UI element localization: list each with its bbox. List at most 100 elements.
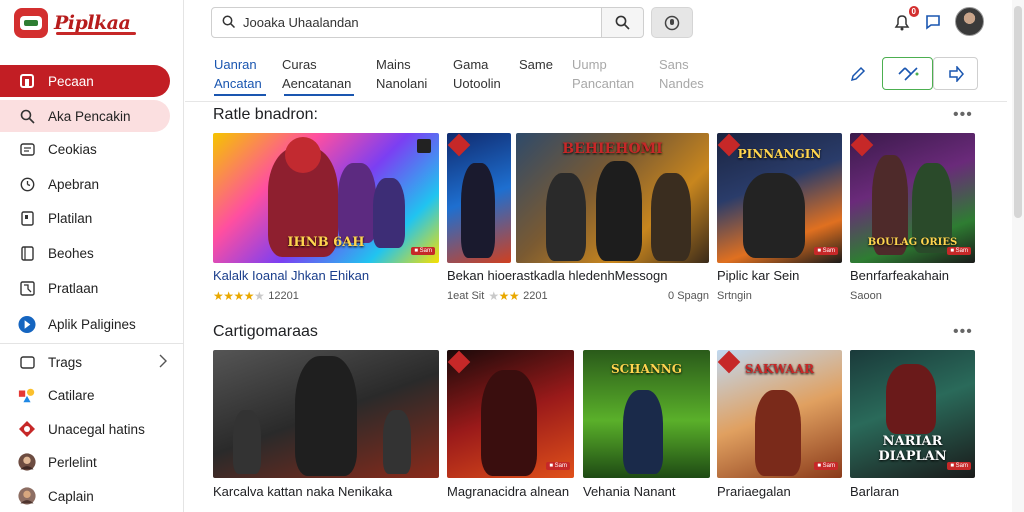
sidebar-item-home[interactable]: Pecaan bbox=[0, 65, 170, 97]
sidebar-item-label: Ceokias bbox=[48, 141, 97, 157]
doc-icon bbox=[18, 209, 36, 227]
user-avatar[interactable] bbox=[955, 7, 984, 36]
game-title: Magranacidra alnean bbox=[447, 484, 570, 499]
sidebar-item-catilare[interactable]: Catilare bbox=[0, 379, 170, 411]
tab-gama[interactable]: Gama Uotoolin bbox=[453, 55, 501, 93]
clock-icon bbox=[18, 175, 36, 193]
home-icon bbox=[18, 72, 36, 90]
game-thumbnail: BOULAG ORIES ■ Sam bbox=[850, 133, 975, 263]
game-card[interactable]: PINNANGIN ■ Sam Piplic kar Sein Srtngin bbox=[717, 133, 842, 308]
sidebar-item-pratlaan[interactable]: Pratlaan bbox=[0, 272, 170, 304]
sidebar-item-label: Unacegal hatins bbox=[48, 421, 145, 437]
game-card[interactable]: SAKWAAR ■ Sam Prariaegalan bbox=[717, 350, 842, 512]
app-circle-icon bbox=[18, 315, 36, 333]
game-thumbnail bbox=[213, 350, 439, 478]
sidebar-item-platilan[interactable]: Platilan bbox=[0, 202, 170, 234]
diamond-icon bbox=[18, 420, 36, 438]
scrollbar-thumb[interactable] bbox=[1014, 6, 1022, 218]
game-thumbnail: ■ Sam bbox=[447, 350, 574, 478]
chevron-right-icon[interactable] bbox=[158, 354, 168, 371]
sidebar-item-label: Catilare bbox=[48, 387, 95, 403]
more-options-button[interactable]: ••• bbox=[953, 323, 973, 341]
sidebar-item-label: Aka Pencakin bbox=[48, 108, 131, 124]
sidebar-item-perlelint[interactable]: Perlelint bbox=[0, 446, 170, 478]
pen-icon bbox=[850, 66, 866, 81]
sidebar-item-apebran[interactable]: Apebran bbox=[0, 168, 170, 200]
tab-curas[interactable]: Curas Aencatanan bbox=[282, 55, 351, 93]
sidebar-item-label: Aplik Paligines bbox=[48, 316, 136, 332]
edit-button[interactable] bbox=[845, 57, 871, 90]
game-thumbnail: SCHANNG bbox=[583, 350, 710, 478]
search-icon bbox=[615, 15, 630, 30]
notification-badge: 0 bbox=[908, 6, 919, 17]
game-subtitle: Srtngin bbox=[717, 290, 752, 302]
game-rating: 1eat Sit ★★★ 2201 0 Spagn bbox=[447, 289, 709, 303]
section-title: Ratle bnadron: bbox=[213, 106, 318, 123]
list-icon bbox=[18, 140, 36, 158]
sidebar: Piplkaa Pecaan Aka Pencakin Ceokias Apeb… bbox=[0, 0, 184, 512]
game-card[interactable]: Karcalva kattan naka Nenikaka bbox=[213, 350, 439, 512]
sidebar-item-label: Perlelint bbox=[48, 454, 97, 470]
chat-icon bbox=[926, 15, 940, 30]
game-thumbnail: NARIAR DIAPLAN ■ Sam bbox=[850, 350, 975, 478]
sidebar-item-aplik-paligines[interactable]: Aplik Paligines bbox=[0, 308, 170, 340]
game-title: Prariaegalan bbox=[717, 484, 791, 499]
more-options-button[interactable]: ••• bbox=[953, 106, 973, 124]
sidebar-item-label: Beohes bbox=[48, 245, 94, 261]
game-title: Bekan hioerastkadla hledenhMessogn bbox=[447, 268, 668, 283]
tab-same[interactable]: Same bbox=[519, 55, 553, 74]
sidebar-item-caplain[interactable]: Caplain bbox=[0, 480, 170, 512]
game-thumbnail: BEHIEHOMI bbox=[516, 133, 709, 263]
logo-underline bbox=[56, 32, 136, 35]
sidebar-item-label: Platilan bbox=[48, 210, 93, 226]
search-icon bbox=[222, 15, 236, 31]
share-button[interactable] bbox=[933, 57, 978, 90]
tab-mains[interactable]: Mains Nanolani bbox=[376, 55, 427, 93]
shapes-icon bbox=[18, 386, 36, 404]
search-input[interactable]: Jooaka Uhaalandan bbox=[211, 7, 602, 38]
sidebar-item-unacegal-hatins[interactable]: Unacegal hatins bbox=[0, 413, 170, 445]
game-card[interactable]: ■ Sam Magranacidra alnean bbox=[447, 350, 574, 512]
sidebar-item-label: Pratlaan bbox=[48, 280, 99, 296]
tab-sans[interactable]: Sans Nandes bbox=[659, 55, 704, 93]
game-title: Karcalva kattan naka Nenikaka bbox=[213, 484, 393, 499]
tag-icon bbox=[18, 353, 36, 371]
shuffle-icon bbox=[897, 66, 918, 81]
shuffle-button[interactable] bbox=[882, 57, 933, 90]
game-card[interactable]: BEHIEHOMI Bekan hioerastkadla hledenhMes… bbox=[447, 133, 709, 308]
image-icon bbox=[18, 279, 36, 297]
game-card[interactable]: NARIAR DIAPLAN ■ Sam Barlaran bbox=[850, 350, 975, 512]
messages-button[interactable] bbox=[921, 10, 945, 34]
game-card[interactable]: IHNB 6AH ■ Sam Kalalk Ioanal Jhkan Ehika… bbox=[213, 133, 439, 308]
arrow-right-icon bbox=[948, 65, 964, 82]
game-thumbnail: PINNANGIN ■ Sam bbox=[717, 133, 842, 263]
tab-uump[interactable]: Uump Pancantan bbox=[572, 55, 634, 93]
game-subtitle: Saoon bbox=[850, 290, 882, 302]
bookmark-icon bbox=[18, 244, 36, 262]
sidebar-item-beohes[interactable]: Beohes bbox=[0, 237, 170, 269]
search-query: Jooaka Uhaalandan bbox=[243, 15, 359, 30]
game-thumbnail: SAKWAAR ■ Sam bbox=[717, 350, 842, 478]
game-title: Barlaran bbox=[850, 484, 900, 499]
rating-stars: ★★★★★ bbox=[213, 289, 265, 303]
section-title: Cartigomaraas bbox=[213, 323, 318, 340]
game-thumbnail bbox=[447, 133, 511, 263]
game-rating: ★★★★★ 12201 bbox=[213, 289, 299, 303]
voice-search-button[interactable] bbox=[651, 7, 693, 38]
sidebar-item-label: Caplain bbox=[48, 488, 94, 504]
game-card[interactable]: BOULAG ORIES ■ Sam Benrfarfeakahain Saoo… bbox=[850, 133, 975, 308]
sidebar-item-label: Pecaan bbox=[48, 73, 94, 89]
notifications-button[interactable]: 0 bbox=[890, 6, 919, 34]
sidebar-item-ceokias[interactable]: Ceokias bbox=[0, 133, 170, 165]
user-avatar bbox=[18, 487, 36, 505]
game-thumbnail: IHNB 6AH ■ Sam bbox=[213, 133, 439, 263]
sidebar-item-search[interactable]: Aka Pencakin bbox=[0, 100, 170, 132]
logo-mark-icon bbox=[14, 8, 48, 38]
category-tabs: Uanran Ancatan Curas Aencatanan Mains Na… bbox=[185, 46, 1007, 102]
rating-stars: ★★★ bbox=[488, 289, 520, 303]
sidebar-item-trags[interactable]: Trags bbox=[0, 346, 170, 378]
tab-active-indicator bbox=[214, 94, 266, 96]
search-button[interactable] bbox=[601, 7, 644, 38]
game-card[interactable]: SCHANNG Vehania Nanant bbox=[583, 350, 710, 512]
tab-uanran[interactable]: Uanran Ancatan bbox=[214, 55, 262, 93]
